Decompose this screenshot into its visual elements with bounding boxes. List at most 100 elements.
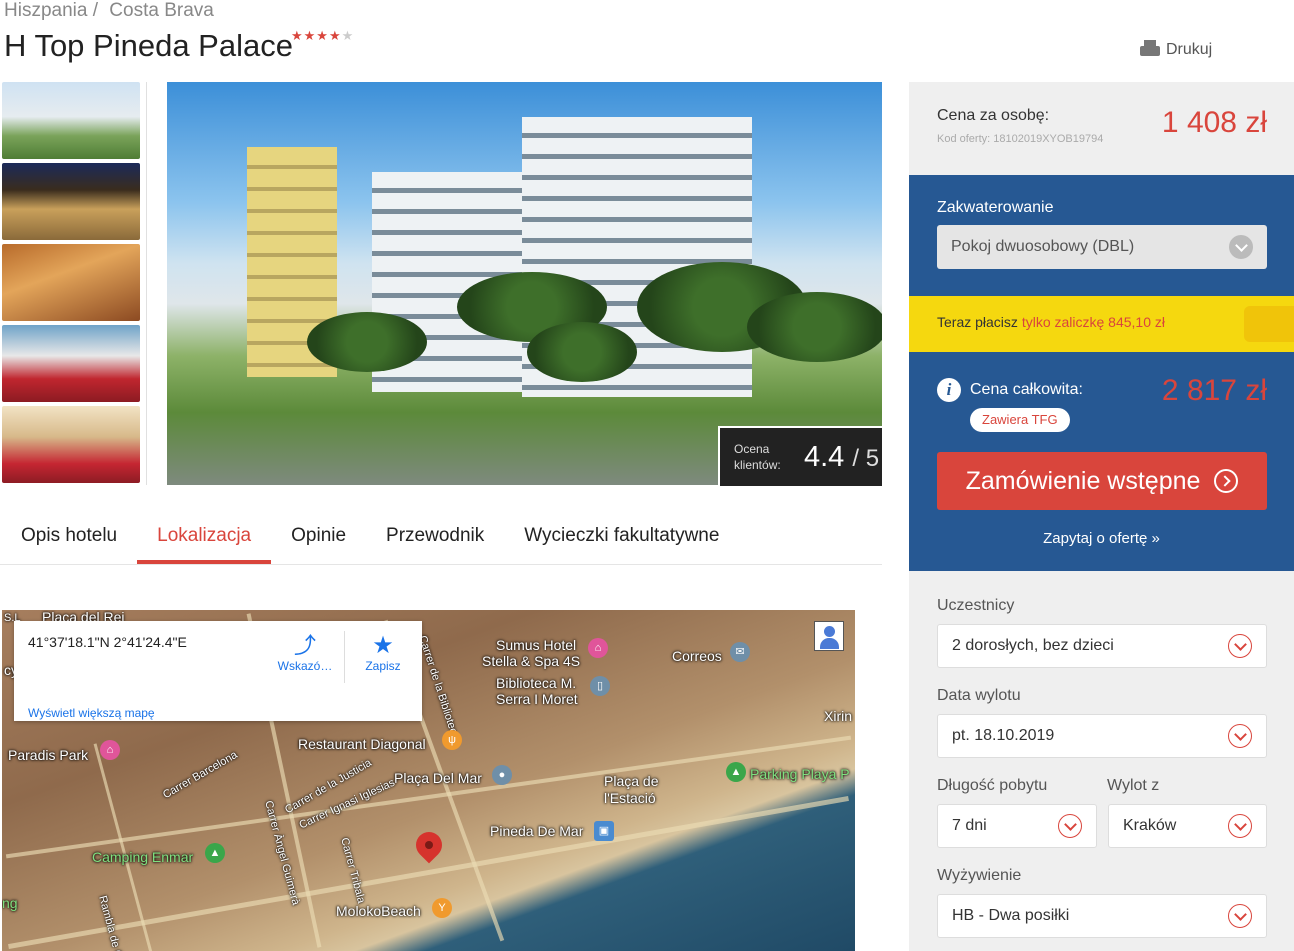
departure-date-label: Data wylotu: [937, 687, 1021, 704]
map-label: Carrer Tribala: [338, 836, 368, 905]
hotel-tabs: Opis hotelu Lokalizacja Opinie Przewodni…: [0, 518, 882, 565]
deposit-banner: Teraz płacisz tylko zaliczkę 845,10 zł: [909, 296, 1294, 365]
accommodation-section: Zakwaterowanie Pokoj dwuosobowy (DBL): [909, 175, 1294, 296]
ask-about-offer-link[interactable]: Zapytaj o ofertę »: [909, 530, 1294, 547]
tab-reviews[interactable]: Opinie: [271, 518, 366, 564]
thumbnail-lobby-sign[interactable]: [2, 163, 140, 240]
pre-order-button[interactable]: Zamówienie wstępne: [937, 452, 1267, 510]
chevron-down-icon: [1228, 904, 1252, 928]
chevron-down-icon: [1228, 724, 1252, 748]
rating-max: / 5: [852, 444, 880, 472]
map-label: Rambla de C: [96, 894, 125, 951]
camping-poi-icon[interactable]: ▲: [205, 843, 225, 863]
map-coordinates: 41°37'18.1"N 2°41'24.4"E: [28, 634, 187, 650]
directions-button[interactable]: ⤴ Wskazó…: [270, 633, 340, 673]
map-label: Plaça Del Mar: [394, 770, 482, 786]
map-label: ng: [2, 895, 18, 911]
hotel-stars: ★★★★★: [291, 28, 354, 44]
price-per-person-section: Cena za osobę: Kod oferty: 18102019XYOB1…: [909, 82, 1294, 175]
map-label: Carrer Barcelona: [161, 748, 240, 802]
map-label: Serra I Moret: [496, 691, 578, 707]
photo-tree: [747, 292, 882, 362]
directions-icon: ⤴: [293, 633, 316, 658]
customer-rating: Ocena klientów: 4.4 / 5: [718, 426, 882, 486]
restaurant-poi-icon[interactable]: ψ: [442, 730, 462, 750]
info-icon[interactable]: i: [937, 378, 961, 402]
map-label: MolokoBeach: [336, 903, 421, 919]
price-per-person-label: Cena za osobę:: [937, 107, 1050, 124]
deposit-amount: tylko zaliczkę 845,10 zł: [1021, 314, 1165, 330]
total-price-label: Cena całkowita:: [970, 381, 1083, 398]
breadcrumb-country[interactable]: Hiszpania /: [4, 0, 98, 21]
map-label: l'Estació: [604, 790, 656, 806]
thumbnail-room-2[interactable]: [2, 406, 140, 483]
chevron-down-icon: [1229, 235, 1253, 259]
departure-from-select[interactable]: Kraków: [1108, 804, 1267, 848]
main-hotel-photo[interactable]: [167, 82, 882, 485]
hotel-location-pin[interactable]: [410, 826, 448, 864]
library-poi-icon[interactable]: ▯: [590, 676, 610, 696]
print-button[interactable]: Drukuj: [1140, 40, 1212, 60]
map-info-card: 41°37'18.1"N 2°41'24.4"E ⤴ Wskazó… ★ Zap…: [14, 621, 422, 721]
train-station-icon[interactable]: ▣: [594, 821, 614, 841]
park-poi-icon[interactable]: ▲: [726, 762, 746, 782]
map-label: Restaurant Diagonal: [298, 736, 426, 752]
map-label: Camping Enmar: [92, 849, 194, 865]
map-label: Stella & Spa 4S: [482, 653, 581, 669]
board-select[interactable]: HB - Dwa posiłki: [937, 894, 1267, 938]
wallet-icon: [1244, 306, 1294, 342]
offer-code: Kod oferty: 18102019XYOB19794: [937, 133, 1104, 145]
printer-icon: [1140, 40, 1160, 60]
photo-tree: [527, 322, 637, 382]
accommodation-select[interactable]: Pokoj dwuosobowy (DBL): [937, 225, 1267, 269]
stay-duration-select[interactable]: 7 dni: [937, 804, 1097, 848]
total-price: 2 817 zł: [1161, 374, 1267, 407]
departure-from-label: Wylot z: [1107, 777, 1160, 794]
booking-panel: Cena za osobę: Kod oferty: 18102019XYOB1…: [909, 82, 1294, 951]
breadcrumb-region[interactable]: Costa Brava: [109, 0, 214, 21]
map-label: Biblioteca M.: [496, 675, 577, 691]
stay-duration-label: Długość pobytu: [937, 777, 1048, 794]
map-label: Parking Playa P: [750, 766, 850, 782]
hotel-poi-icon[interactable]: ⌂: [588, 638, 608, 658]
print-label: Drukuj: [1166, 41, 1213, 58]
map-label: Pineda De Mar: [490, 823, 584, 839]
departure-date-select[interactable]: pt. 18.10.2019: [937, 714, 1267, 758]
save-label: Zapisz: [365, 659, 401, 673]
street-view-icon[interactable]: [814, 621, 844, 651]
thumbnail-reception[interactable]: [2, 244, 140, 321]
rating-value: 4.4 / 5: [804, 441, 879, 474]
larger-map-link[interactable]: Wyświetl większą mapę: [28, 706, 155, 720]
bar-poi-icon[interactable]: Y: [432, 898, 452, 918]
map-label: Correos: [672, 648, 722, 664]
chevron-down-icon: [1228, 634, 1252, 658]
map-label: Plaça de: [604, 773, 659, 789]
tab-excursions[interactable]: Wycieczki fakultatywne: [504, 518, 739, 564]
participants-select[interactable]: 2 dorosłych, bez dzieci: [937, 624, 1267, 668]
map-label: Sumus Hotel: [496, 637, 577, 653]
thumbnail-room[interactable]: [2, 325, 140, 402]
rating-score: 4.4: [804, 440, 845, 473]
star-icon: ★: [372, 632, 394, 659]
breadcrumb: Hiszpania / Costa Brava: [4, 0, 220, 22]
tab-location[interactable]: Lokalizacja: [137, 518, 272, 564]
thumbnail-exterior[interactable]: [2, 82, 140, 159]
departure-from-value: Kraków: [1123, 817, 1177, 834]
place-poi-icon[interactable]: ●: [492, 765, 512, 785]
star-filled-icons: ★★★★: [291, 28, 342, 43]
gallery-divider: [146, 82, 147, 485]
stay-duration-value: 7 dni: [952, 817, 987, 834]
chevron-right-icon: [1214, 469, 1239, 493]
tab-description[interactable]: Opis hotelu: [0, 518, 137, 564]
thumbnail-strip: [2, 82, 140, 487]
hotel-poi-icon[interactable]: ⌂: [100, 740, 120, 760]
tfg-badge: Zawiera TFG: [970, 408, 1070, 432]
board-value: HB - Dwa posiłki: [952, 907, 1070, 924]
directions-label: Wskazó…: [277, 659, 333, 673]
post-office-poi-icon[interactable]: ✉: [730, 642, 750, 662]
tab-guide[interactable]: Przewodnik: [366, 518, 504, 564]
map-label: Paradis Park: [8, 747, 89, 763]
participants-label: Uczestnicy: [937, 597, 1015, 614]
save-place-button[interactable]: ★ Zapisz: [348, 632, 418, 674]
location-map[interactable]: S.L Placa del Rei cy Carrer de la Biblio…: [2, 610, 855, 951]
